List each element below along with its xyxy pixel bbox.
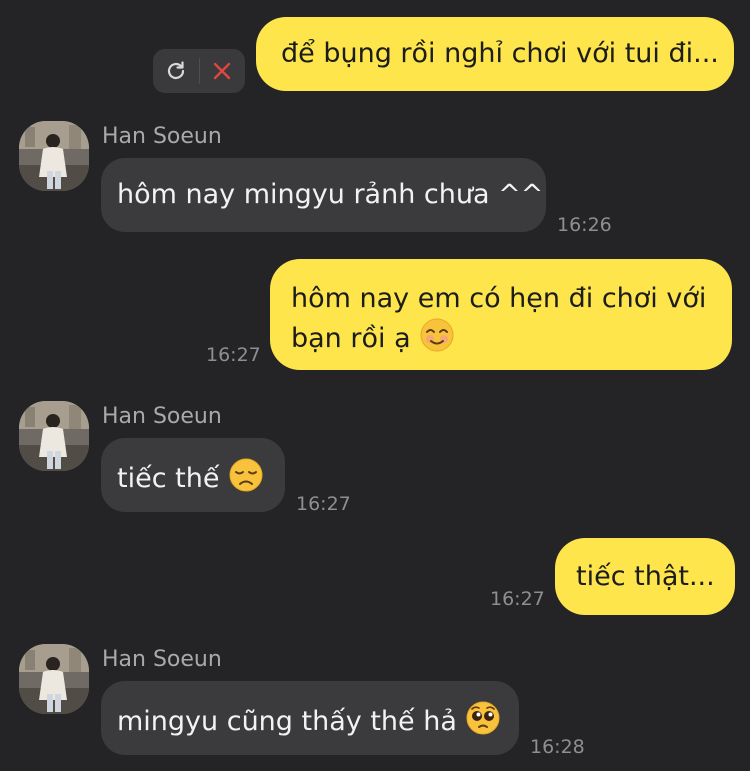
message-text: tiếc thật... xyxy=(576,561,715,592)
delete-icon xyxy=(214,62,231,80)
message-text: mingyu cũng thấy thế hả xyxy=(117,706,457,737)
pleading-face-emoji xyxy=(466,701,500,735)
avatar[interactable] xyxy=(19,644,89,714)
message-timestamp: 16:26 xyxy=(557,214,612,236)
sender-name: Han Soeun xyxy=(102,647,222,672)
sender-name: Han Soeun xyxy=(102,404,222,429)
avatar[interactable] xyxy=(19,121,89,191)
smiling-face-emoji xyxy=(420,318,454,352)
outgoing-message-bubble[interactable]: tiếc thật... xyxy=(555,538,735,615)
avatar[interactable] xyxy=(19,401,89,471)
retry-icon xyxy=(167,61,184,80)
message-timestamp: 16:27 xyxy=(206,344,261,366)
failed-message-actions xyxy=(153,49,245,93)
message-text-line: hôm nay em có hẹn đi chơi với xyxy=(291,283,707,314)
message-timestamp: 16:27 xyxy=(490,588,545,610)
message-timestamp: 16:27 xyxy=(296,493,351,515)
failed-message-bubble[interactable]: để bụng rồi nghỉ chơi với tui đi... xyxy=(256,17,734,91)
outgoing-message-bubble[interactable]: hôm nay em có hẹn đi chơi với bạn rồi ạ xyxy=(270,259,732,370)
delete-button[interactable] xyxy=(199,49,245,93)
incoming-message-bubble[interactable]: tiếc thế xyxy=(101,438,285,512)
message-text-line-2: bạn rồi ạ xyxy=(291,317,732,357)
message-text: để bụng rồi nghỉ chơi với tui đi... xyxy=(281,38,719,69)
incoming-message-bubble[interactable]: mingyu cũng thấy thế hả xyxy=(101,681,519,755)
incoming-message-bubble[interactable]: hôm nay mingyu rảnh chưa ^^ xyxy=(101,158,546,232)
sender-name: Han Soeun xyxy=(102,124,222,149)
retry-button[interactable] xyxy=(153,49,199,93)
disappointed-face-emoji xyxy=(229,458,263,492)
message-timestamp: 16:28 xyxy=(530,736,585,758)
message-text: tiếc thế xyxy=(117,463,220,494)
message-text: hôm nay mingyu rảnh chưa ^^ xyxy=(117,179,544,210)
